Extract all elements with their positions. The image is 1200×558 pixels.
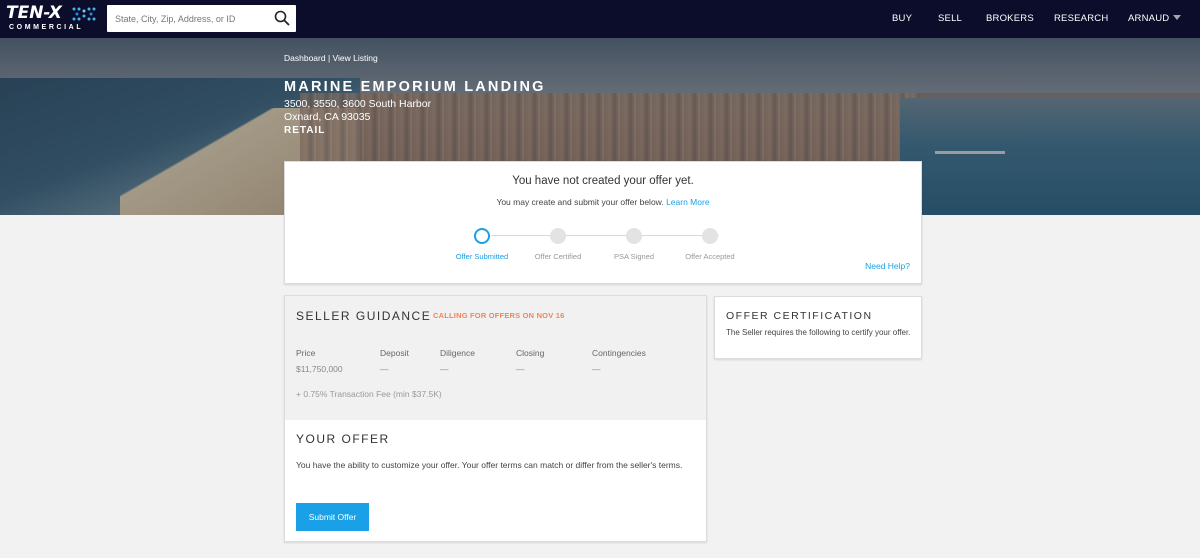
property-title: MARINE EMPORIUM LANDING [284, 79, 546, 95]
nav-buy[interactable]: BUY [892, 0, 912, 38]
status-title: You have not created your offer yet. [512, 175, 694, 187]
diligence-value: — [440, 364, 449, 374]
ten-x-logo[interactable]: TEN-X COMMERCIAL [6, 4, 98, 34]
seller-guidance-section: SELLER GUIDANCE CALLING FOR OFFERS ON NO… [285, 296, 706, 420]
search-input[interactable] [107, 5, 267, 32]
transaction-fee-note: + 0.75% Transaction Fee (min $37.5K) [296, 389, 442, 399]
calling-for-offers-badge: CALLING FOR OFFERS ON NOV 16 [433, 311, 565, 320]
nav-research[interactable]: RESEARCH [1054, 0, 1108, 38]
logo-subtitle: COMMERCIAL [9, 24, 84, 31]
step-dot-offer-accepted [702, 228, 718, 244]
your-offer-title: YOUR OFFER [296, 432, 390, 446]
logo-text: TEN-X [6, 3, 62, 23]
nav-brokers[interactable]: BROKERS [986, 0, 1034, 38]
closing-value: — [516, 364, 525, 374]
deposit-value: — [380, 364, 389, 374]
search-icon[interactable] [274, 10, 290, 26]
offer-certification-title: OFFER CERTIFICATION [726, 310, 873, 322]
contingencies-value: — [592, 364, 601, 374]
need-help-link[interactable]: Need Help? [865, 261, 910, 271]
price-label: Price [296, 348, 316, 358]
step-dot-offer-submitted [474, 228, 490, 244]
logo-dots-icon [72, 7, 96, 21]
deposit-label: Deposit [380, 348, 409, 358]
diligence-label: Diligence [440, 348, 475, 358]
learn-more-link[interactable]: Learn More [666, 197, 709, 207]
progress-track [491, 235, 719, 236]
closing-label: Closing [516, 348, 545, 358]
your-offer-description: You have the ability to customize your o… [296, 460, 683, 470]
offer-card: SELLER GUIDANCE CALLING FOR OFFERS ON NO… [284, 295, 707, 542]
price-value: $11,750,000 [296, 364, 343, 374]
submit-offer-button[interactable]: Submit Offer [296, 503, 369, 531]
user-name: ARNAUD [1128, 13, 1170, 24]
property-address-line1: 3500, 3550, 3600 South Harbor [284, 98, 432, 110]
nav-sell[interactable]: SELL [938, 0, 962, 38]
contingencies-label: Contingencies [592, 348, 646, 358]
seller-guidance-title: SELLER GUIDANCE [296, 309, 432, 323]
status-subtitle: You may create and submit your offer bel… [285, 197, 921, 207]
offer-certification-text: The Seller requires the following to cer… [726, 328, 911, 337]
user-menu[interactable]: ARNAUD [1128, 0, 1182, 38]
offer-certification-card: OFFER CERTIFICATION The Seller requires … [714, 296, 922, 359]
property-address-line2: Oxnard, CA 93035 [284, 111, 371, 123]
property-type: RETAIL [284, 125, 326, 136]
search-box [107, 5, 296, 32]
status-subtitle-text: You may create and submit your offer bel… [496, 197, 664, 207]
offer-status-card: You have not created your offer yet. You… [284, 161, 922, 284]
breadcrumb[interactable]: Dashboard | View Listing [284, 53, 378, 63]
top-nav-bar: TEN-X COMMERCIAL BUY SELL BROKERS RESEAR… [0, 0, 1200, 38]
step-dot-psa-signed [626, 228, 642, 244]
step-label-offer-accepted: Offer Accepted [685, 252, 735, 261]
chevron-down-icon [1173, 15, 1182, 20]
step-dot-offer-certified [550, 228, 566, 244]
